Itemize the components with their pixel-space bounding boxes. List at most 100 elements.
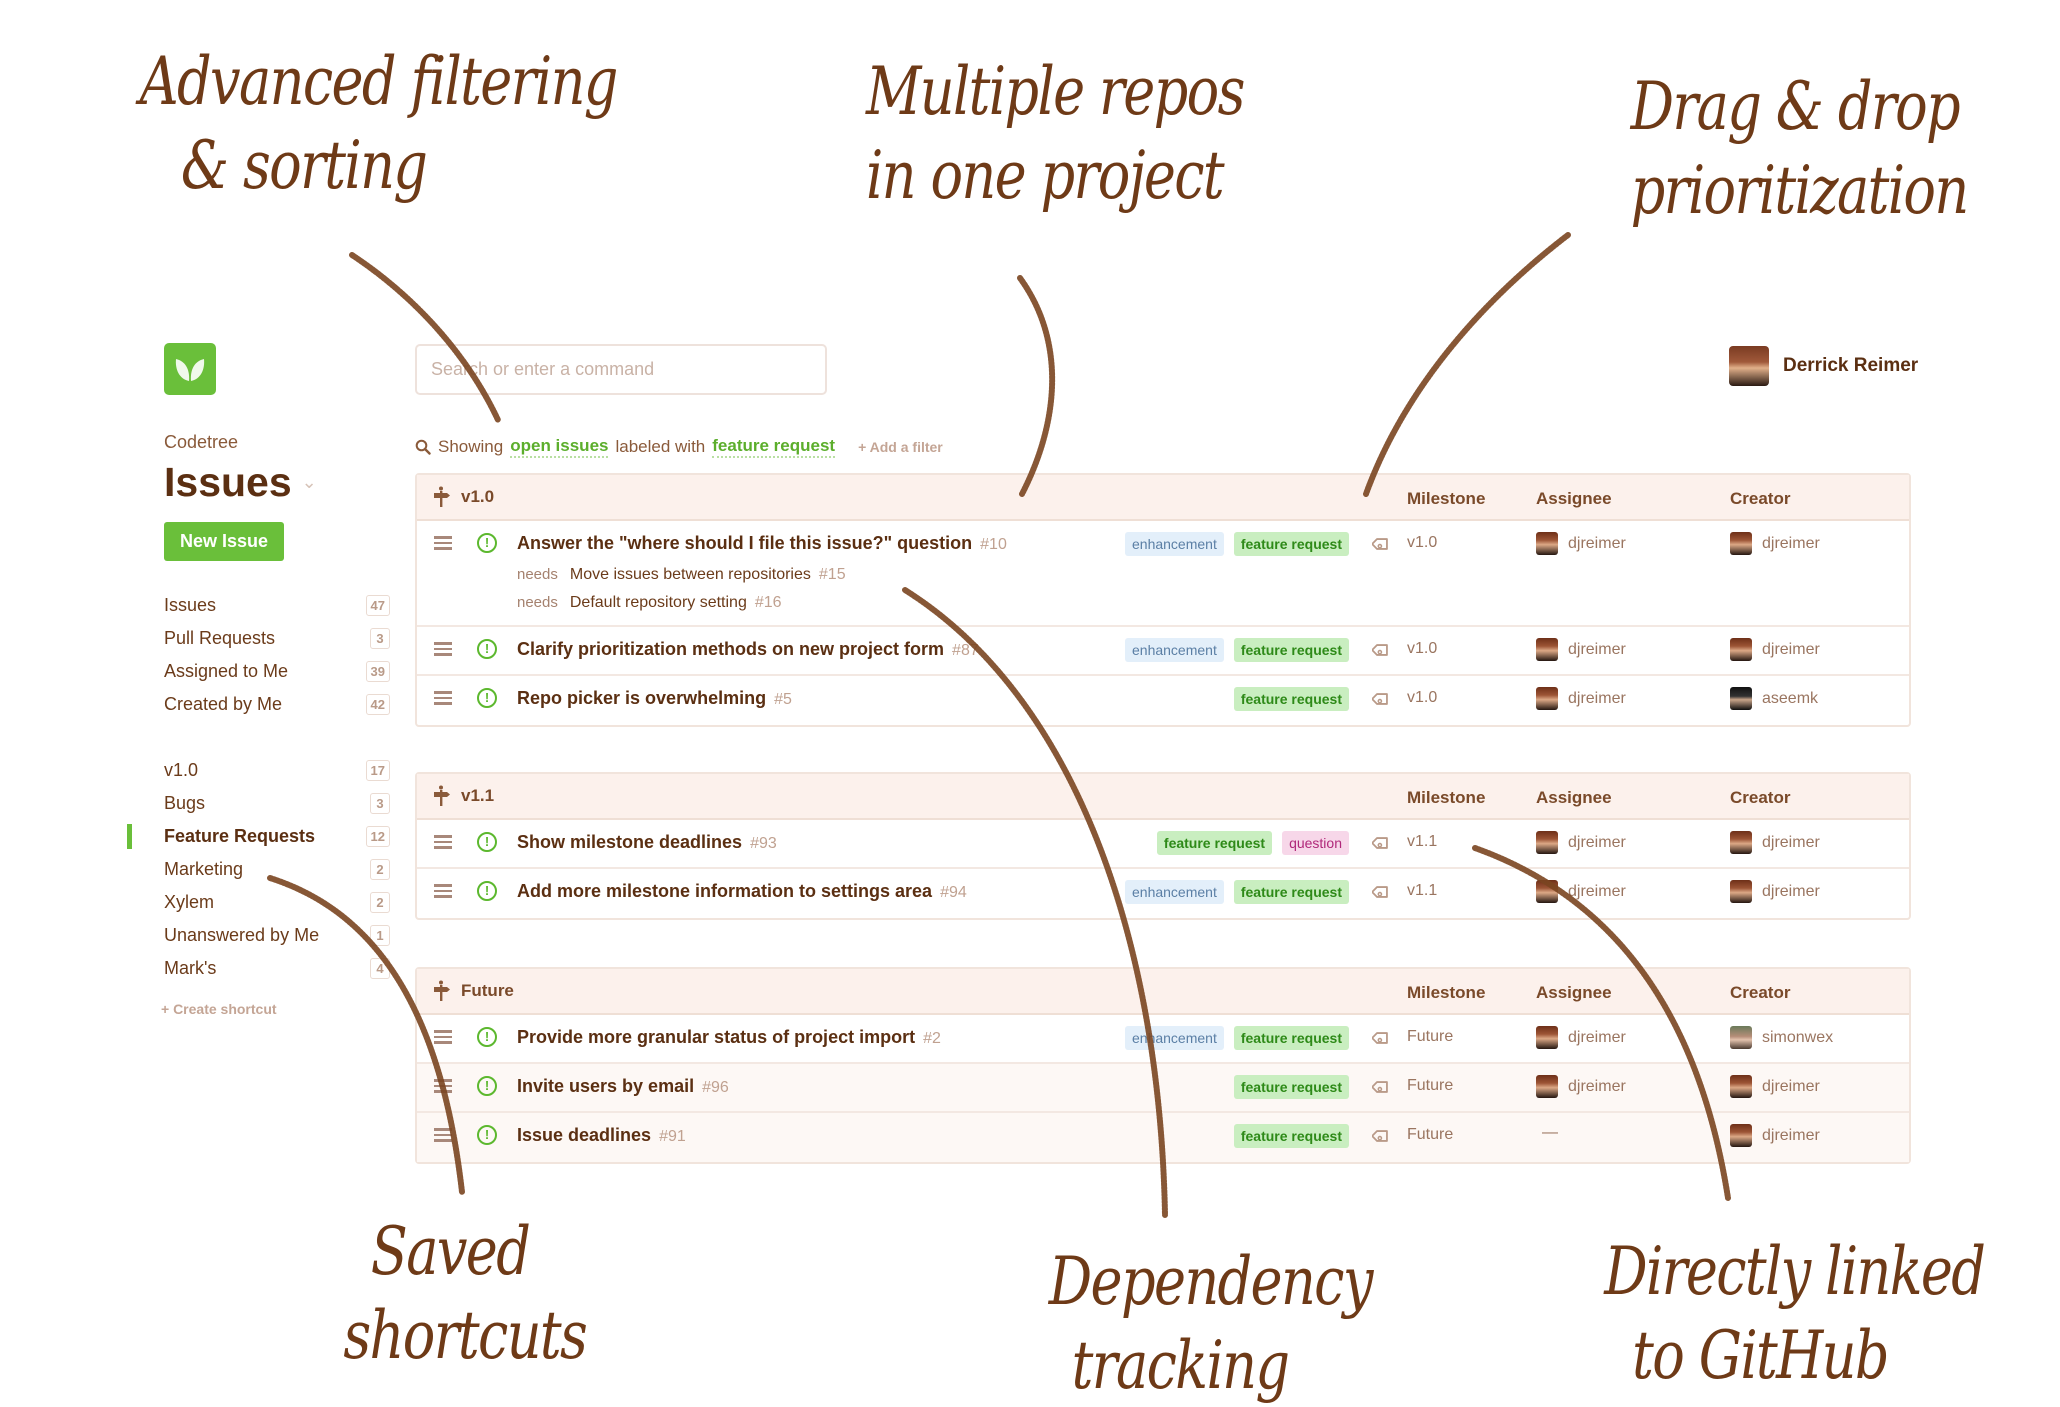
issue-assignee[interactable]: djreimer	[1536, 638, 1626, 661]
label-badge[interactable]: feature request	[1233, 638, 1349, 662]
issue-row[interactable]: ! Provide more granular status of projec…	[417, 1015, 1909, 1064]
tag-icon[interactable]	[1372, 1077, 1392, 1097]
new-issue-button[interactable]: New Issue	[164, 522, 285, 561]
label-badge[interactable]: enhancement	[1125, 532, 1224, 556]
drag-handle-icon[interactable]	[434, 691, 452, 705]
issue-title[interactable]: Show milestone deadlines #93	[517, 832, 777, 853]
drag-handle-icon[interactable]	[434, 1128, 452, 1142]
issue-row[interactable]: ! Add more milestone information to sett…	[417, 869, 1909, 918]
sidebar-item-pull-requests[interactable]: Pull Requests 3	[164, 622, 390, 655]
issue-creator[interactable]: djreimer	[1730, 1075, 1820, 1098]
drag-handle-icon[interactable]	[434, 835, 452, 849]
group-title[interactable]: v1.1	[461, 786, 494, 806]
column-header-milestone[interactable]: Milestone	[1407, 489, 1485, 509]
issue-assignee[interactable]: djreimer	[1536, 532, 1626, 555]
drag-handle-icon[interactable]	[434, 536, 452, 550]
column-header-creator[interactable]: Creator	[1730, 489, 1790, 509]
search-input[interactable]: Search or enter a command	[415, 344, 827, 395]
project-name[interactable]: Codetree	[164, 432, 390, 453]
column-header-creator[interactable]: Creator	[1730, 983, 1790, 1003]
label-badge[interactable]: feature request	[1156, 831, 1273, 855]
drag-handle-icon[interactable]	[434, 1079, 452, 1093]
label-badge[interactable]: feature request	[1233, 1075, 1349, 1099]
issue-creator[interactable]: djreimer	[1730, 831, 1820, 854]
label-badge[interactable]: feature request	[1233, 687, 1349, 711]
sidebar-item-issues[interactable]: Issues 47	[164, 589, 390, 622]
tag-icon[interactable]	[1372, 833, 1392, 853]
label-badge[interactable]: enhancement	[1125, 1026, 1224, 1050]
issue-milestone[interactable]: Future	[1407, 1077, 1453, 1095]
tag-icon[interactable]	[1372, 1126, 1392, 1146]
sidebar-item-bugs[interactable]: Bugs 3	[164, 787, 390, 820]
column-header-assignee[interactable]: Assignee	[1536, 983, 1612, 1003]
page-title-row[interactable]: Issues ⌄	[164, 459, 390, 506]
group-title[interactable]: Future	[461, 981, 514, 1001]
issue-creator[interactable]: aseemk	[1730, 687, 1818, 710]
label-badge[interactable]: enhancement	[1125, 880, 1224, 904]
sidebar-item-v1-0[interactable]: v1.0 17	[164, 754, 390, 787]
issue-title[interactable]: Provide more granular status of project …	[517, 1027, 941, 1048]
sidebar-item-xylem[interactable]: Xylem 2	[164, 886, 390, 919]
sidebar-item-assigned-to-me[interactable]: Assigned to Me 39	[164, 655, 390, 688]
label-badge[interactable]: feature request	[1233, 1124, 1349, 1148]
issue-creator[interactable]: djreimer	[1730, 638, 1820, 661]
issue-milestone[interactable]: Future	[1407, 1126, 1453, 1144]
issue-assignee[interactable]: djreimer	[1536, 687, 1626, 710]
dependency-item[interactable]: needs Move issues between repositories #15	[517, 566, 846, 584]
issue-assignee[interactable]: djreimer	[1536, 880, 1626, 903]
sidebar-item-mark-s[interactable]: Mark's 4	[164, 952, 390, 985]
issue-milestone[interactable]: v1.0	[1407, 640, 1437, 658]
issue-title[interactable]: Clarify prioritization methods on new pr…	[517, 639, 979, 660]
sidebar-item-unanswered-by-me[interactable]: Unanswered by Me 1	[164, 919, 390, 952]
issue-assignee[interactable]: djreimer	[1536, 1026, 1626, 1049]
column-header-creator[interactable]: Creator	[1730, 788, 1790, 808]
issue-assignee[interactable]: djreimer	[1536, 831, 1626, 854]
group-title[interactable]: v1.0	[461, 487, 494, 507]
user-menu[interactable]: Derrick Reimer	[1729, 346, 1918, 386]
issue-assignee[interactable]: djreimer	[1536, 1075, 1626, 1098]
column-header-milestone[interactable]: Milestone	[1407, 788, 1485, 808]
issue-row[interactable]: ! Show milestone deadlines #93 feature re…	[417, 820, 1909, 869]
add-filter-link[interactable]: + Add a filter	[858, 439, 943, 455]
issue-title[interactable]: Add more milestone information to settin…	[517, 881, 967, 902]
issue-title[interactable]: Invite users by email #96	[517, 1076, 729, 1097]
label-badge[interactable]: enhancement	[1125, 638, 1224, 662]
issue-row[interactable]: ! Clarify prioritization methods on new …	[417, 627, 1909, 676]
issue-creator[interactable]: djreimer	[1730, 532, 1820, 555]
issue-title[interactable]: Issue deadlines #91	[517, 1125, 686, 1146]
sidebar-item-feature-requests[interactable]: Feature Requests 12	[127, 820, 390, 853]
tag-icon[interactable]	[1372, 640, 1392, 660]
sidebar-item-created-by-me[interactable]: Created by Me 42	[164, 688, 390, 721]
issue-row[interactable]: ! Issue deadlines #91 feature request Fut…	[417, 1113, 1909, 1162]
filter-label[interactable]: feature request	[712, 436, 836, 458]
chevron-down-icon[interactable]: ⌄	[302, 472, 317, 493]
tag-icon[interactable]	[1372, 1028, 1392, 1048]
sidebar-item-marketing[interactable]: Marketing 2	[164, 853, 390, 886]
drag-handle-icon[interactable]	[434, 642, 452, 656]
issue-assignee[interactable]: —	[1536, 1124, 1558, 1142]
issue-title[interactable]: Answer the "where should I file this iss…	[517, 533, 1007, 554]
codetree-logo[interactable]	[164, 343, 216, 395]
issue-milestone[interactable]: v1.0	[1407, 689, 1437, 707]
column-header-assignee[interactable]: Assignee	[1536, 788, 1612, 808]
issue-creator[interactable]: djreimer	[1730, 1124, 1820, 1147]
issue-milestone[interactable]: v1.0	[1407, 534, 1437, 552]
issue-milestone[interactable]: v1.1	[1407, 882, 1437, 900]
issue-creator[interactable]: djreimer	[1730, 880, 1820, 903]
label-badge[interactable]: feature request	[1233, 532, 1349, 556]
filter-state[interactable]: open issues	[510, 436, 609, 458]
issue-milestone[interactable]: v1.1	[1407, 833, 1437, 851]
tag-icon[interactable]	[1372, 689, 1392, 709]
issue-milestone[interactable]: Future	[1407, 1028, 1453, 1046]
label-badge[interactable]: feature request	[1233, 1026, 1349, 1050]
column-header-milestone[interactable]: Milestone	[1407, 983, 1485, 1003]
issue-creator[interactable]: simonwex	[1730, 1026, 1833, 1049]
issue-row[interactable]: ! Invite users by email #96 feature reque…	[417, 1064, 1909, 1113]
issue-row[interactable]: ! Answer the "where should I file this i…	[417, 521, 1909, 627]
label-badge[interactable]: question	[1282, 831, 1349, 855]
drag-handle-icon[interactable]	[434, 884, 452, 898]
create-shortcut-link[interactable]: + Create shortcut	[161, 1001, 390, 1017]
tag-icon[interactable]	[1372, 534, 1392, 554]
column-header-assignee[interactable]: Assignee	[1536, 489, 1612, 509]
drag-handle-icon[interactable]	[434, 1030, 452, 1044]
